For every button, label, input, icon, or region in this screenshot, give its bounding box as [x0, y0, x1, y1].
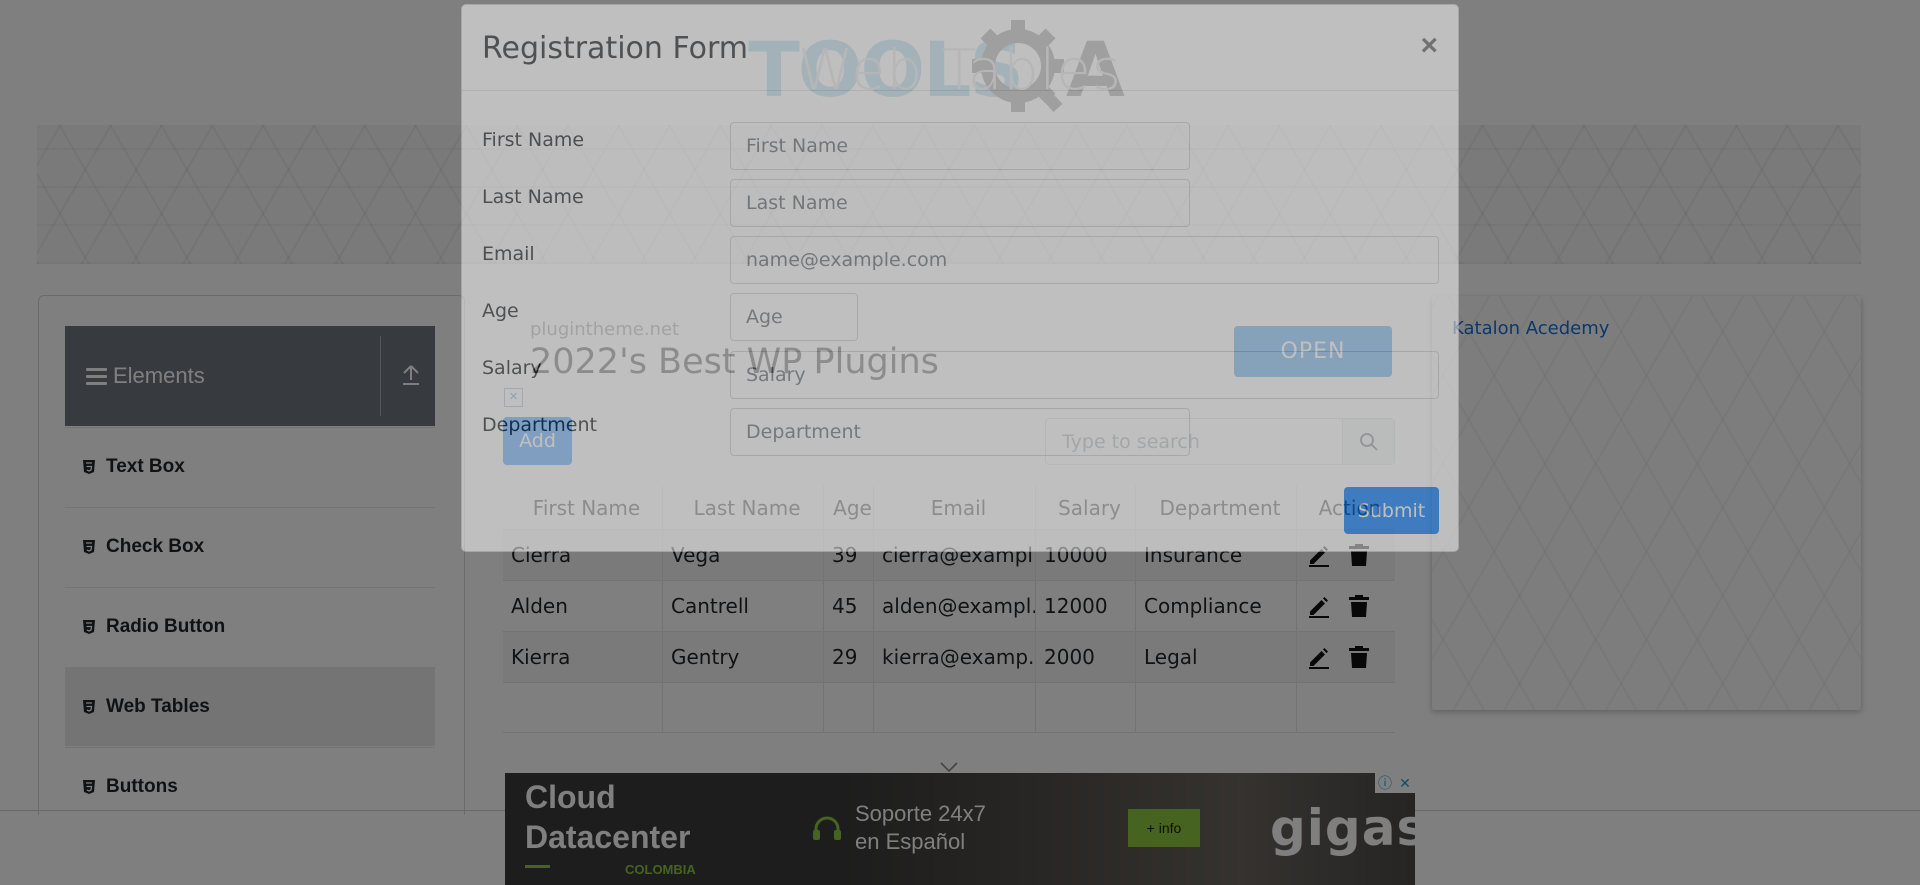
submit-button[interactable]: Submit	[1344, 487, 1439, 534]
modal-title: Registration Form	[482, 31, 749, 66]
registration-modal: Registration Form × First Name Last Name…	[461, 4, 1459, 552]
first-name-input[interactable]	[730, 122, 1190, 170]
salary-label: Salary	[482, 357, 542, 379]
email-label: Email	[482, 243, 535, 265]
modal-header: Registration Form ×	[462, 5, 1458, 91]
age-input[interactable]	[730, 293, 858, 341]
last-name-label: Last Name	[482, 186, 584, 208]
department-input[interactable]	[730, 408, 1190, 456]
email-input[interactable]	[730, 236, 1439, 284]
last-name-input[interactable]	[730, 179, 1190, 227]
age-label: Age	[482, 300, 519, 322]
salary-input[interactable]	[730, 351, 1439, 399]
close-icon[interactable]: ×	[1420, 29, 1438, 63]
department-label: Department	[482, 414, 597, 436]
first-name-label: First Name	[482, 129, 585, 151]
